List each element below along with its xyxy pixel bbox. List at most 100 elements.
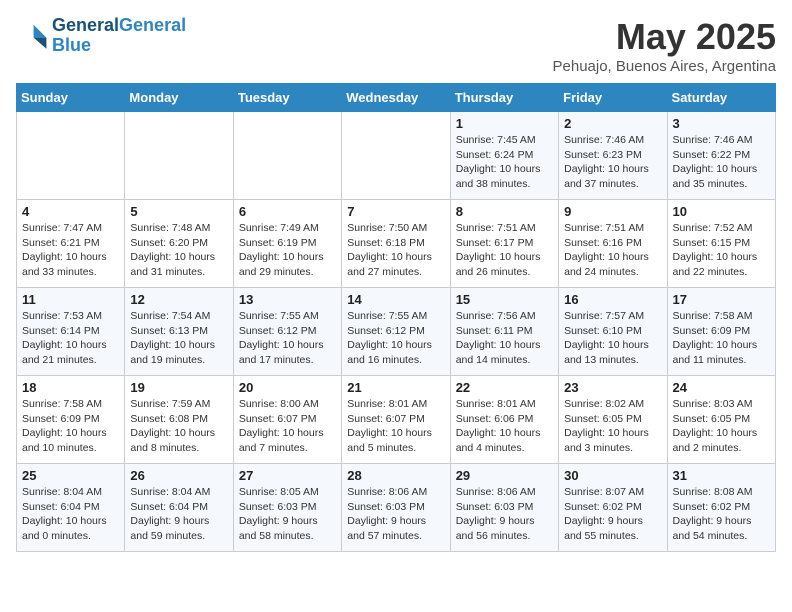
calendar-cell: 6Sunrise: 7:49 AM Sunset: 6:19 PM Daylig… xyxy=(233,200,341,288)
calendar-cell: 4 Sunrise: 7:47 AM Sunset: 6:21 PM Daylig… xyxy=(17,200,125,288)
day-number: 23 xyxy=(564,380,661,395)
calendar-cell: 28 Sunrise: 8:06 AM Sunset: 6:03 PM Dayli… xyxy=(342,464,450,552)
day-info: Sunrise: 8:04 AM Sunset: 6:04 PM Dayligh… xyxy=(22,485,119,544)
day-info: Sunrise: 8:01 AM Sunset: 6:07 PM Dayligh… xyxy=(347,397,444,456)
day-info: Sunrise: 7:58 AM Sunset: 6:09 PM Dayligh… xyxy=(673,309,770,368)
calendar-cell: 19Sunrise: 7:59 AM Sunset: 6:08 PM Dayli… xyxy=(125,376,233,464)
day-number: 2 xyxy=(564,116,661,131)
calendar-cell xyxy=(233,112,341,200)
day-number: 6 xyxy=(239,204,336,219)
day-info: Sunrise: 7:47 AM Sunset: 6:21 PM Dayligh… xyxy=(22,221,119,280)
calendar-cell: 15 Sunrise: 7:56 AM Sunset: 6:11 PM Dayli… xyxy=(450,288,558,376)
calendar-cell: 25 Sunrise: 8:04 AM Sunset: 6:04 PM Dayli… xyxy=(17,464,125,552)
day-number: 11 xyxy=(22,292,119,307)
day-number: 15 xyxy=(456,292,553,307)
calendar-cell: 24Sunrise: 8:03 AM Sunset: 6:05 PM Dayli… xyxy=(667,376,775,464)
calendar-cell: 5 Sunrise: 7:48 AM Sunset: 6:20 PM Daylig… xyxy=(125,200,233,288)
calendar-cell: 12Sunrise: 7:54 AM Sunset: 6:13 PM Dayli… xyxy=(125,288,233,376)
calendar-cell: 18Sunrise: 7:58 AM Sunset: 6:09 PM Dayli… xyxy=(17,376,125,464)
day-number: 17 xyxy=(673,292,770,307)
day-number: 7 xyxy=(347,204,444,219)
day-number: 26 xyxy=(130,468,227,483)
calendar-cell: 13Sunrise: 7:55 AM Sunset: 6:12 PM Dayli… xyxy=(233,288,341,376)
day-info: Sunrise: 8:04 AM Sunset: 6:04 PM Dayligh… xyxy=(130,485,227,544)
logo: GeneralGeneral Blue xyxy=(16,16,186,56)
title-block: May 2025 Pehuajo, Buenos Aires, Argentin… xyxy=(553,16,777,75)
month-title: May 2025 xyxy=(553,16,777,58)
day-number: 22 xyxy=(456,380,553,395)
day-number: 14 xyxy=(347,292,444,307)
calendar-week-row: 1Sunrise: 7:45 AM Sunset: 6:24 PM Daylig… xyxy=(17,112,776,200)
calendar-cell: 8 Sunrise: 7:51 AM Sunset: 6:17 PM Daylig… xyxy=(450,200,558,288)
day-info: Sunrise: 7:57 AM Sunset: 6:10 PM Dayligh… xyxy=(564,309,661,368)
weekday-header: Monday xyxy=(125,84,233,112)
calendar-cell: 14Sunrise: 7:55 AM Sunset: 6:12 PM Dayli… xyxy=(342,288,450,376)
weekday-header: Friday xyxy=(559,84,667,112)
calendar-cell: 22 Sunrise: 8:01 AM Sunset: 6:06 PM Dayli… xyxy=(450,376,558,464)
day-info: Sunrise: 7:48 AM Sunset: 6:20 PM Dayligh… xyxy=(130,221,227,280)
weekday-header: Thursday xyxy=(450,84,558,112)
day-info: Sunrise: 8:08 AM Sunset: 6:02 PM Dayligh… xyxy=(673,485,770,544)
day-number: 3 xyxy=(673,116,770,131)
day-info: Sunrise: 7:52 AM Sunset: 6:15 PM Dayligh… xyxy=(673,221,770,280)
day-info: Sunrise: 8:06 AM Sunset: 6:03 PM Dayligh… xyxy=(456,485,553,544)
day-number: 25 xyxy=(22,468,119,483)
day-info: Sunrise: 8:06 AM Sunset: 6:03 PM Dayligh… xyxy=(347,485,444,544)
day-number: 5 xyxy=(130,204,227,219)
day-number: 10 xyxy=(673,204,770,219)
day-info: Sunrise: 8:00 AM Sunset: 6:07 PM Dayligh… xyxy=(239,397,336,456)
day-info: Sunrise: 8:01 AM Sunset: 6:06 PM Dayligh… xyxy=(456,397,553,456)
day-number: 12 xyxy=(130,292,227,307)
day-info: Sunrise: 7:55 AM Sunset: 6:12 PM Dayligh… xyxy=(239,309,336,368)
calendar-cell: 21 Sunrise: 8:01 AM Sunset: 6:07 PM Dayli… xyxy=(342,376,450,464)
page-header: GeneralGeneral Blue May 2025 Pehuajo, Bu… xyxy=(16,16,776,75)
day-info: Sunrise: 7:45 AM Sunset: 6:24 PM Dayligh… xyxy=(456,133,553,192)
day-number: 27 xyxy=(239,468,336,483)
day-number: 4 xyxy=(22,204,119,219)
calendar-cell: 27 Sunrise: 8:05 AM Sunset: 6:03 PM Dayli… xyxy=(233,464,341,552)
calendar-cell xyxy=(17,112,125,200)
day-info: Sunrise: 7:46 AM Sunset: 6:23 PM Dayligh… xyxy=(564,133,661,192)
day-info: Sunrise: 7:53 AM Sunset: 6:14 PM Dayligh… xyxy=(22,309,119,368)
calendar-cell: 26 Sunrise: 8:04 AM Sunset: 6:04 PM Dayli… xyxy=(125,464,233,552)
calendar-week-row: 4 Sunrise: 7:47 AM Sunset: 6:21 PM Daylig… xyxy=(17,200,776,288)
day-number: 21 xyxy=(347,380,444,395)
weekday-header: Tuesday xyxy=(233,84,341,112)
calendar-week-row: 25 Sunrise: 8:04 AM Sunset: 6:04 PM Dayli… xyxy=(17,464,776,552)
day-info: Sunrise: 7:50 AM Sunset: 6:18 PM Dayligh… xyxy=(347,221,444,280)
calendar-week-row: 11 Sunrise: 7:53 AM Sunset: 6:14 PM Dayli… xyxy=(17,288,776,376)
calendar-cell: 2 Sunrise: 7:46 AM Sunset: 6:23 PM Daylig… xyxy=(559,112,667,200)
weekday-header: Wednesday xyxy=(342,84,450,112)
calendar-cell: 3 Sunrise: 7:46 AM Sunset: 6:22 PM Daylig… xyxy=(667,112,775,200)
calendar-cell xyxy=(342,112,450,200)
weekday-header: Sunday xyxy=(17,84,125,112)
day-number: 8 xyxy=(456,204,553,219)
calendar-cell: 30 Sunrise: 8:07 AM Sunset: 6:02 PM Dayli… xyxy=(559,464,667,552)
day-number: 20 xyxy=(239,380,336,395)
calendar-cell xyxy=(125,112,233,200)
calendar-cell: 29Sunrise: 8:06 AM Sunset: 6:03 PM Dayli… xyxy=(450,464,558,552)
weekday-header-row: SundayMondayTuesdayWednesdayThursdayFrid… xyxy=(17,84,776,112)
calendar-cell: 20 Sunrise: 8:00 AM Sunset: 6:07 PM Dayli… xyxy=(233,376,341,464)
calendar-cell: 23 Sunrise: 8:02 AM Sunset: 6:05 PM Dayli… xyxy=(559,376,667,464)
calendar-table: SundayMondayTuesdayWednesdayThursdayFrid… xyxy=(16,83,776,552)
day-info: Sunrise: 8:07 AM Sunset: 6:02 PM Dayligh… xyxy=(564,485,661,544)
day-number: 9 xyxy=(564,204,661,219)
calendar-cell: 1Sunrise: 7:45 AM Sunset: 6:24 PM Daylig… xyxy=(450,112,558,200)
day-info: Sunrise: 8:05 AM Sunset: 6:03 PM Dayligh… xyxy=(239,485,336,544)
day-number: 30 xyxy=(564,468,661,483)
calendar-cell: 11 Sunrise: 7:53 AM Sunset: 6:14 PM Dayli… xyxy=(17,288,125,376)
logo-icon xyxy=(16,20,48,52)
calendar-cell: 16Sunrise: 7:57 AM Sunset: 6:10 PM Dayli… xyxy=(559,288,667,376)
day-number: 28 xyxy=(347,468,444,483)
day-info: Sunrise: 7:51 AM Sunset: 6:16 PM Dayligh… xyxy=(564,221,661,280)
day-info: Sunrise: 7:51 AM Sunset: 6:17 PM Dayligh… xyxy=(456,221,553,280)
day-info: Sunrise: 8:03 AM Sunset: 6:05 PM Dayligh… xyxy=(673,397,770,456)
day-number: 18 xyxy=(22,380,119,395)
day-info: Sunrise: 8:02 AM Sunset: 6:05 PM Dayligh… xyxy=(564,397,661,456)
day-info: Sunrise: 7:56 AM Sunset: 6:11 PM Dayligh… xyxy=(456,309,553,368)
calendar-cell: 31Sunrise: 8:08 AM Sunset: 6:02 PM Dayli… xyxy=(667,464,775,552)
day-number: 19 xyxy=(130,380,227,395)
logo-text: GeneralGeneral Blue xyxy=(52,16,186,56)
day-info: Sunrise: 7:46 AM Sunset: 6:22 PM Dayligh… xyxy=(673,133,770,192)
